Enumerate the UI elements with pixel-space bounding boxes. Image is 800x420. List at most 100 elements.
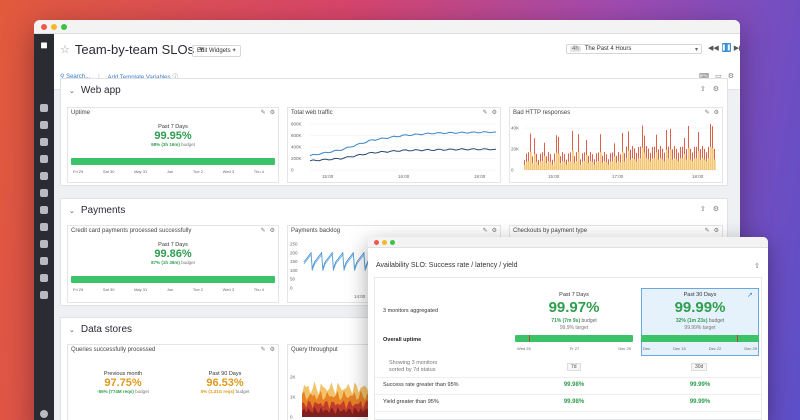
sidebar-item-icon[interactable] [40,206,48,214]
incident-marker [737,335,738,342]
monitor-row-label[interactable]: Yield greater than 95% [383,399,439,405]
sidebar-item-icon[interactable] [40,172,48,180]
sidebar-item-icon[interactable] [40,138,48,146]
gear-icon[interactable]: ⚙ [270,227,275,234]
area-spike [712,126,713,149]
area-spike [700,149,701,160]
area-spike [628,131,629,151]
sidebar-item-icon[interactable] [40,121,48,129]
gear-icon[interactable]: ⚙ [492,109,497,116]
gear-icon[interactable]: ⚙ [270,109,275,116]
gear-icon[interactable]: ⚙ [713,85,719,93]
col-7d-value: 99.97% [548,299,600,316]
area-spike [564,153,565,162]
edit-widgets-button[interactable]: Edit Widgets + [192,45,241,57]
area-bar [690,159,692,170]
tag-7d[interactable]: 7d [567,363,581,371]
area-spike [708,146,709,159]
gear-icon[interactable]: ⚙ [713,205,719,213]
sidebar-item-icon[interactable] [40,189,48,197]
queries-widget[interactable]: Queries successfully processed ✎ ⚙ Previ… [67,344,279,420]
area-bar [638,158,640,170]
7d-ticks: Wed 25 Fr 27 Dec 29 [517,346,631,351]
bad-http-responses-widget[interactable]: Bad HTTP responses ✎ ⚙ 40K 20K 0 15:00 17:00… [509,107,723,183]
gear-icon[interactable]: ⚙ [714,227,719,234]
minimize-window-button[interactable] [51,23,57,30]
share-icon[interactable]: ⇧ [700,85,706,93]
chevron-down-icon[interactable]: ⌄ [69,207,75,215]
area-spike [552,159,553,165]
area-spike [590,152,591,162]
time-selector[interactable]: 4h The Past 4 Hours ▾ [566,44,702,54]
area-bar [710,146,712,170]
pencil-icon[interactable]: ✎ [261,346,266,353]
widget-title: Queries successfully processed [71,347,156,353]
section-title[interactable]: ⌄ Web app [69,85,121,96]
maximize-window-button[interactable] [61,23,67,30]
rewind-icon[interactable]: ◀◀ [708,44,719,52]
monitor-row-label[interactable]: Success rate greater than 95% [383,382,459,388]
gear-icon[interactable]: ⚙ [492,227,497,234]
area-spike [656,134,657,153]
area-spike [560,156,561,164]
gear-icon[interactable]: ⚙ [714,109,719,116]
close-window-button[interactable] [374,239,379,245]
sidebar-item-icon[interactable] [40,223,48,231]
minimize-window-button[interactable] [382,239,387,245]
share-icon[interactable]: ⇧ [700,205,706,213]
pencil-icon[interactable]: ✎ [705,109,710,116]
pencil-icon[interactable]: ✎ [483,227,488,234]
area-spike [542,152,543,162]
tag-30d[interactable]: 30d [691,363,708,371]
section-title[interactable]: ⌄ Data stores [69,324,132,335]
area-spike [686,149,687,160]
star-icon[interactable]: ☆ [60,43,70,56]
y-tick-label: 200 [290,250,298,255]
y-tick-label: 50 [290,277,296,282]
total-web-traffic-widget[interactable]: Total web traffic ✎ ⚙ 800K 600K 400K 200K 0 1… [287,107,501,183]
y-tick-label: 400K [291,145,302,150]
gear-icon[interactable]: ⚙ [270,346,275,353]
area-spike [634,148,635,160]
pencil-icon[interactable]: ✎ [261,109,266,116]
sidebar-item-icon[interactable] [40,240,48,248]
sidebar-item-icon[interactable] [40,274,48,282]
uptime-widget[interactable]: Uptime ✎ ⚙ Past 7 Days 99.95% 98% (3h 16… [67,107,279,183]
area-spike [630,149,631,160]
area-spike [664,152,665,162]
area-bar [646,158,648,170]
sidebar-item-icon[interactable] [40,155,48,163]
pencil-icon[interactable]: ✎ [261,227,266,234]
slo-budget: -55% (774M reqs) budget [97,389,149,394]
pencil-icon[interactable]: ✎ [483,109,488,116]
close-window-button[interactable] [41,23,47,30]
monitors-count: 3 monitors aggregated [383,308,439,314]
pencil-icon[interactable]: ✎ [705,227,710,234]
area-spike [640,146,641,159]
chevron-down-icon[interactable]: ⌄ [69,87,75,95]
sidebar-item-icon[interactable] [40,257,48,265]
area-spike [670,128,671,150]
area-spike [616,155,617,163]
chevron-down-icon[interactable]: ⌄ [69,326,75,334]
sidebar-item-icon[interactable] [40,104,48,112]
pause-button[interactable]: ❚❚ [721,43,731,52]
help-icon[interactable] [40,410,48,418]
area-spike [614,143,615,157]
area-bar [680,158,682,170]
maximize-window-button[interactable] [390,239,395,245]
area-bar [650,161,652,170]
popup-titlebar [368,237,768,248]
gear-icon[interactable]: ⚙ [728,72,734,80]
widget-title: Credit card payments processed successfu… [71,228,192,234]
datadog-logo-icon[interactable]: ■ [34,34,54,56]
cc-payments-widget[interactable]: Credit card payments processed successfu… [67,225,279,303]
sidebar-item-icon[interactable] [40,291,48,299]
slo-summary-previous-month: Previous month 97.75% -55% (774M reqs) b… [78,371,168,394]
widget-title: Total web traffic [291,110,333,116]
overall-uptime-label: Overall uptime [383,337,422,343]
fast-forward-icon[interactable]: ▶▶ [734,44,740,52]
share-icon[interactable]: ⇧ [754,262,760,270]
external-link-icon[interactable]: ↗ [747,291,753,299]
section-title[interactable]: ⌄ Payments [69,205,125,216]
